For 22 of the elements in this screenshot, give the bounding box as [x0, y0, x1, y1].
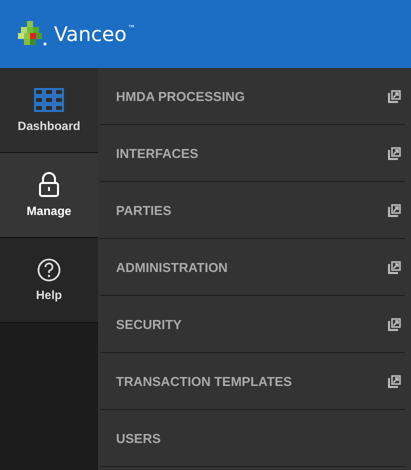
- menu-link[interactable]: INTERFACES: [116, 146, 198, 160]
- sidebar-item[interactable]: Manage: [0, 153, 98, 238]
- external-link-icon[interactable]: [388, 260, 401, 274]
- menu-link[interactable]: PARTIES: [116, 202, 172, 218]
- menu-link[interactable]: HMDA PROCESSING: [116, 88, 245, 104]
- sidebar-item[interactable]: Dashboard: [0, 68, 98, 153]
- sidebar-item[interactable]: Help: [0, 238, 98, 323]
- menu-link[interactable]: SECURITY: [116, 316, 182, 332]
- external-link-icon[interactable]: [388, 318, 401, 330]
- trademark-mark: ™: [128, 24, 136, 33]
- external-link-icon[interactable]: [388, 374, 401, 388]
- lock-icon: [38, 172, 60, 198]
- external-link-icon[interactable]: [388, 90, 401, 102]
- menu-link[interactable]: TRANSACTION TEMPLATES: [116, 374, 292, 388]
- grid-icon: [34, 88, 64, 112]
- external-link-icon[interactable]: [388, 204, 401, 216]
- brand-name: Vanceo: [54, 22, 127, 46]
- logo-icon: [18, 21, 48, 47]
- external-link-icon[interactable]: [388, 146, 401, 160]
- help-icon: [37, 258, 61, 282]
- menu-link[interactable]: ADMINISTRATION: [116, 260, 228, 274]
- menu-link[interactable]: USERS: [116, 430, 161, 446]
